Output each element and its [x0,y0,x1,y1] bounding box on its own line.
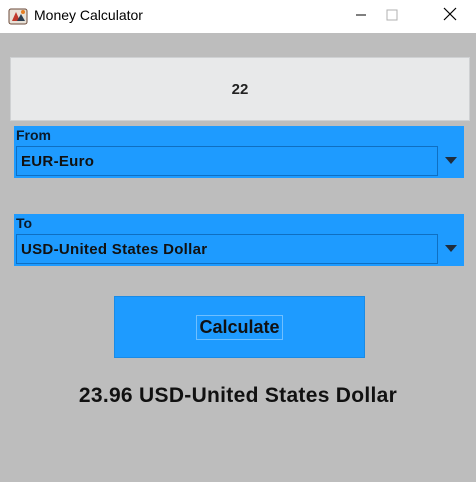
amount-input[interactable]: 22 [10,57,470,121]
from-currency-select[interactable]: EUR-Euro [16,146,438,176]
close-button[interactable] [427,0,473,33]
from-label: From [16,127,51,143]
result-text: 23.96 USD-United States Dollar [78,384,398,407]
to-currency-select[interactable]: USD-United States Dollar [16,234,438,264]
money-calculator-window: Money Calculator 22 From EUR-Euro To USD… [0,0,476,482]
dropdown-arrow-icon [444,152,458,170]
from-currency-panel: From EUR-Euro [14,126,464,178]
minimize-icon [355,8,367,26]
dropdown-arrow-icon [444,240,458,258]
to-label: To [16,215,33,231]
from-dropdown-button[interactable] [440,146,462,176]
title-bar[interactable]: Money Calculator [0,0,476,33]
maximize-button[interactable] [369,0,415,33]
to-currency-panel: To USD-United States Dollar [14,214,464,266]
calculate-label: Calculate [196,314,283,340]
app-icon [8,6,28,26]
calculate-button[interactable]: Calculate [114,296,365,358]
to-dropdown-button[interactable] [440,234,462,264]
maximize-icon [386,8,398,26]
close-icon [443,7,457,26]
window-title: Money Calculator [34,7,143,23]
